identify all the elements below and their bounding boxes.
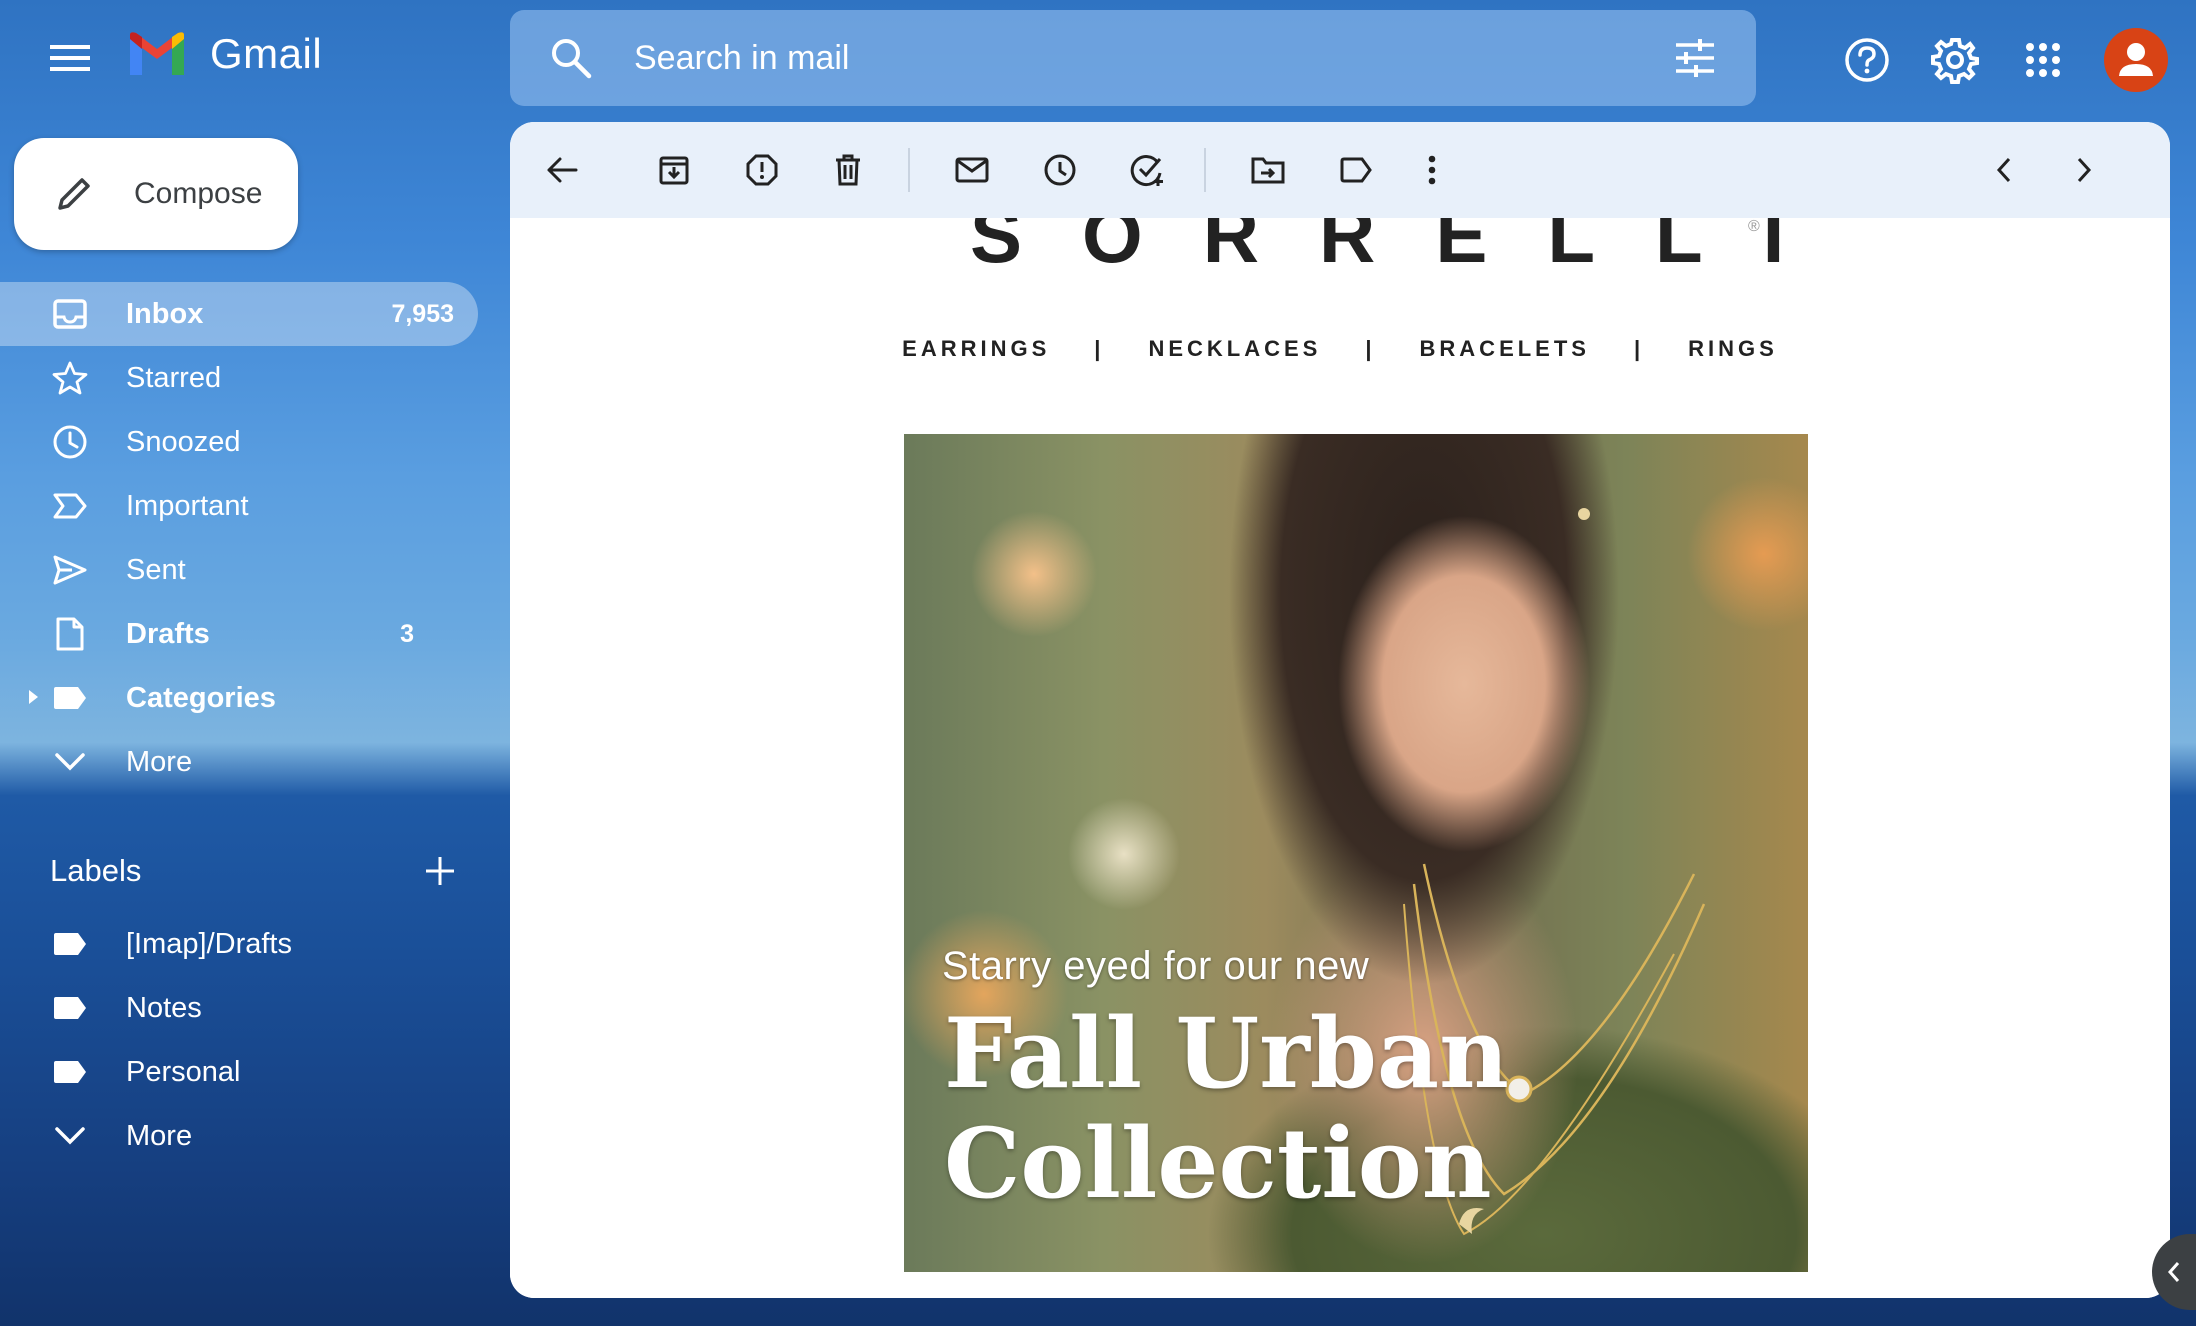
chevron-down-icon (50, 742, 90, 782)
sidebar-item-categories[interactable]: Categories (0, 666, 480, 730)
account-icon (2119, 43, 2153, 76)
unread-count: 7,953 (391, 299, 454, 328)
email-category-nav: EARRINGS | NECKLACES | BRACELETS | RINGS (510, 336, 2170, 362)
account-avatar[interactable] (2104, 28, 2168, 92)
snooze-icon[interactable] (1036, 146, 1084, 194)
hero-headline-line-1: Fall Urban (944, 997, 1509, 1110)
message-panel: SORRELLI ® EARRINGS | NECKLACES | BRACEL… (510, 122, 2170, 1298)
registered-mark: ® (1748, 218, 1760, 235)
back-arrow-icon[interactable] (538, 146, 586, 194)
sidebar-item-more[interactable]: More (0, 730, 480, 794)
app-name: Gmail (210, 30, 323, 77)
gear-icon[interactable] (1928, 33, 1982, 87)
expand-caret-icon[interactable] (26, 688, 42, 708)
add-to-tasks-icon[interactable] (1124, 146, 1172, 194)
category-separator: | (1365, 336, 1376, 361)
tune-icon[interactable] (1674, 39, 1716, 77)
sidebar-item-label: Snoozed (126, 425, 241, 458)
brand-logo: SORRELLI ® (510, 218, 2170, 288)
label-item-imap-drafts[interactable]: [Imap]/Drafts (0, 912, 480, 976)
sidebar-item-inbox[interactable]: Inbox 7,953 (0, 282, 478, 346)
category-link-earrings[interactable]: EARRINGS (902, 336, 1050, 362)
archive-icon[interactable] (650, 146, 698, 194)
brand-name: SORRELLI (970, 218, 1845, 279)
hero-headline: Fall Urban Collection (944, 999, 1509, 1219)
label-as-icon[interactable] (1332, 146, 1380, 194)
gmail-m-icon (130, 32, 184, 75)
chevron-right-icon[interactable] (2060, 146, 2108, 194)
sidebar-item-sent[interactable]: Sent (0, 538, 480, 602)
label-item-personal[interactable]: Personal (0, 1040, 480, 1104)
label-item-label: Notes (126, 991, 202, 1024)
hero-headline-line-2: Collection (944, 1107, 1492, 1220)
sidebar-item-important[interactable]: Important (0, 474, 480, 538)
draft-icon (50, 614, 90, 654)
labels-heading: Labels (50, 853, 142, 888)
star-icon (50, 358, 90, 398)
label-icon (50, 988, 90, 1028)
sidebar-item-label: Starred (126, 361, 222, 394)
category-separator: | (1633, 336, 1645, 361)
sidebar-item-label: Inbox (126, 297, 204, 330)
labels-section-header: Labels (50, 846, 460, 896)
compose-button[interactable]: Compose (14, 138, 298, 250)
more-vert-icon[interactable] (1408, 146, 1456, 194)
category-separator: | (1094, 336, 1105, 361)
label-icon (50, 678, 90, 718)
gmail-logo[interactable]: Gmail (126, 30, 322, 78)
toolbar-divider (1204, 148, 1206, 192)
sidebar-item-starred[interactable]: Starred (0, 346, 480, 410)
email-body: SORRELLI ® EARRINGS | NECKLACES | BRACEL… (510, 218, 2170, 1298)
search-bar[interactable]: Search in mail (510, 10, 1756, 106)
chevron-left-icon (2167, 1262, 2180, 1282)
label-item-label: More (126, 1119, 193, 1152)
labels-more[interactable]: More (0, 1104, 480, 1168)
pencil-icon (50, 170, 98, 218)
chevron-down-icon (50, 1116, 90, 1156)
compose-label: Compose (134, 177, 263, 210)
hero-subline: Starry eyed for our new (942, 944, 1370, 988)
sidebar-item-drafts[interactable]: Drafts 3 (0, 602, 480, 666)
report-spam-icon[interactable] (738, 146, 786, 194)
important-icon (50, 486, 90, 526)
sidebar-item-label: Sent (126, 553, 186, 586)
send-icon (50, 550, 90, 590)
toolbar-divider (908, 148, 910, 192)
category-link-rings[interactable]: RINGS (1688, 336, 1778, 362)
label-item-label: [Imap]/Drafts (126, 927, 292, 960)
move-to-icon[interactable] (1244, 146, 1292, 194)
search-icon[interactable] (546, 33, 596, 83)
delete-icon[interactable] (824, 146, 872, 194)
clock-icon (50, 422, 90, 462)
inbox-icon (50, 294, 90, 334)
label-icon (50, 1052, 90, 1092)
sidebar-item-snoozed[interactable]: Snoozed (0, 410, 480, 474)
hero-image[interactable]: Starry eyed for our new Fall Urban Colle… (904, 434, 1808, 1272)
search-input[interactable]: Search in mail (634, 39, 1674, 78)
label-item-label: Personal (126, 1055, 241, 1088)
help-icon[interactable] (1840, 33, 1894, 87)
menu-icon (50, 45, 90, 71)
label-item-notes[interactable]: Notes (0, 976, 480, 1040)
label-icon (50, 924, 90, 964)
sidebar-item-label: Drafts (126, 617, 210, 650)
sidebar-nav: Inbox 7,953 Starred Snoozed Important Se… (0, 282, 480, 794)
message-toolbar (510, 122, 2170, 218)
chevron-left-icon[interactable] (1980, 146, 2028, 194)
category-link-necklaces[interactable]: NECKLACES (1148, 336, 1321, 362)
category-link-bracelets[interactable]: BRACELETS (1420, 336, 1590, 362)
main-menu-button[interactable] (40, 34, 100, 82)
sidebar-item-label: Important (126, 489, 249, 522)
apps-grid-icon[interactable] (2016, 33, 2070, 87)
sidebar-item-label: More (126, 745, 193, 778)
mark-unread-icon[interactable] (948, 146, 996, 194)
sidebar-item-label: Categories (126, 681, 276, 714)
drafts-count: 3 (400, 619, 414, 648)
labels-list: [Imap]/Drafts Notes Personal More (0, 912, 480, 1168)
add-label-icon[interactable] (420, 851, 460, 891)
